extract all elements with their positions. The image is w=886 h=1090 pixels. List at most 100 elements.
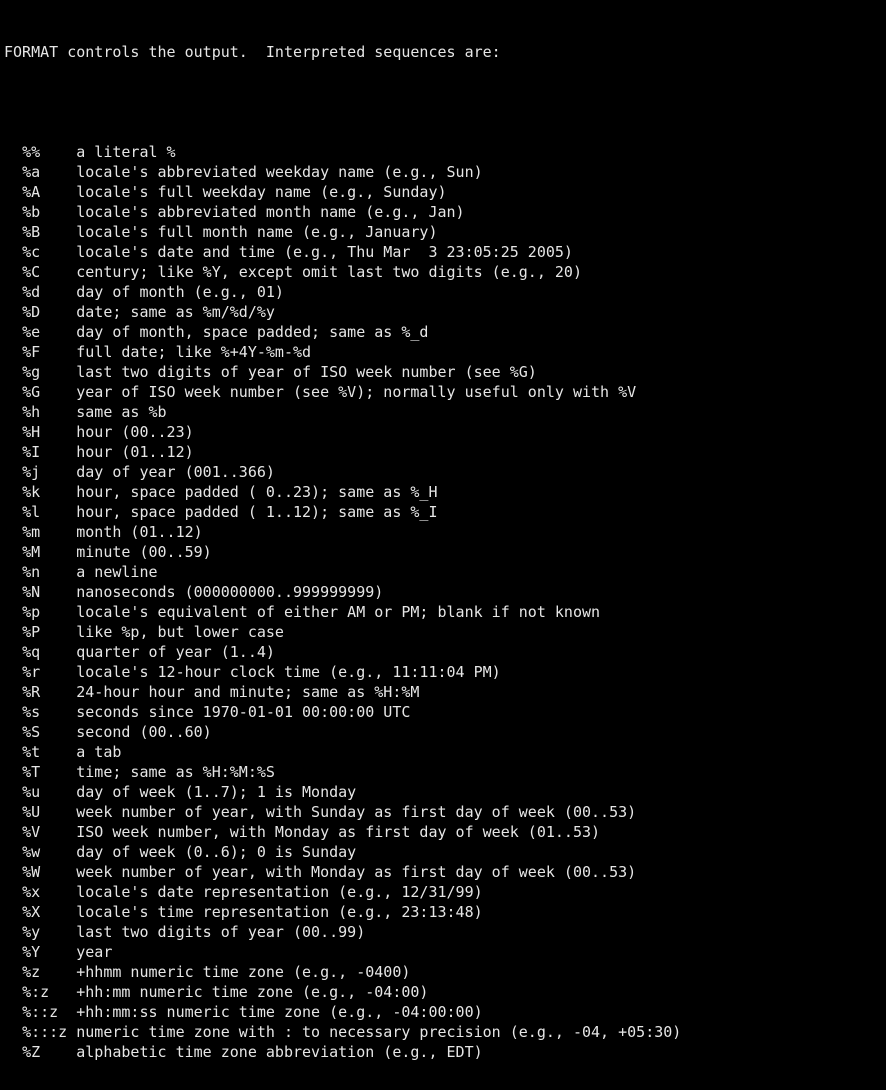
format-spec-line: %c locale's date and time (e.g., Thu Mar… bbox=[4, 242, 882, 262]
format-spec-desc: nanoseconds (000000000..999999999) bbox=[76, 583, 383, 601]
format-spec-desc: day of year (001..366) bbox=[76, 463, 275, 481]
format-spec-line: %p locale's equivalent of either AM or P… bbox=[4, 602, 882, 622]
format-spec-desc: like %p, but lower case bbox=[76, 623, 284, 641]
format-spec-desc: locale's full weekday name (e.g., Sunday… bbox=[76, 183, 446, 201]
format-spec-line: %W week number of year, with Monday as f… bbox=[4, 862, 882, 882]
format-spec-desc: same as %b bbox=[76, 403, 166, 421]
format-spec-line: %Z alphabetic time zone abbreviation (e.… bbox=[4, 1042, 882, 1062]
format-spec-code: %j bbox=[22, 463, 76, 481]
format-spec-desc: hour, space padded ( 1..12); same as %_I bbox=[76, 503, 437, 521]
format-spec-code: %x bbox=[22, 883, 76, 901]
format-spec-code: %G bbox=[22, 383, 76, 401]
format-spec-desc: year of ISO week number (see %V); normal… bbox=[76, 383, 636, 401]
format-spec-code: %::z bbox=[22, 1003, 76, 1021]
man-page-terminal[interactable]: FORMAT controls the output. Interpreted … bbox=[0, 0, 886, 1090]
format-spec-line: %X locale's time representation (e.g., 2… bbox=[4, 902, 882, 922]
format-spec-desc: day of month (e.g., 01) bbox=[76, 283, 284, 301]
format-spec-code: %t bbox=[22, 743, 76, 761]
format-spec-line: %q quarter of year (1..4) bbox=[4, 642, 882, 662]
format-spec-desc: locale's 12-hour clock time (e.g., 11:11… bbox=[76, 663, 500, 681]
format-spec-code: %I bbox=[22, 443, 76, 461]
format-spec-line: %m month (01..12) bbox=[4, 522, 882, 542]
format-spec-code: %Z bbox=[22, 1043, 76, 1061]
format-spec-desc: +hh:mm:ss numeric time zone (e.g., -04:0… bbox=[76, 1003, 482, 1021]
format-spec-list: %% a literal % %a locale's abbreviated w… bbox=[4, 142, 882, 1062]
format-spec-code: %T bbox=[22, 763, 76, 781]
format-spec-code: %C bbox=[22, 263, 76, 281]
format-spec-line: %j day of year (001..366) bbox=[4, 462, 882, 482]
format-spec-code: %u bbox=[22, 783, 76, 801]
format-spec-code: %d bbox=[22, 283, 76, 301]
format-spec-line: %A locale's full weekday name (e.g., Sun… bbox=[4, 182, 882, 202]
format-spec-line: %N nanoseconds (000000000..999999999) bbox=[4, 582, 882, 602]
format-spec-desc: locale's date and time (e.g., Thu Mar 3 … bbox=[76, 243, 573, 261]
format-spec-desc: locale's time representation (e.g., 23:1… bbox=[76, 903, 482, 921]
format-spec-code: %p bbox=[22, 603, 76, 621]
format-spec-code: %H bbox=[22, 423, 76, 441]
format-spec-code: %l bbox=[22, 503, 76, 521]
format-spec-code: %% bbox=[22, 143, 76, 161]
format-spec-desc: date; same as %m/%d/%y bbox=[76, 303, 275, 321]
format-spec-desc: ISO week number, with Monday as first da… bbox=[76, 823, 600, 841]
format-spec-desc: week number of year, with Sunday as firs… bbox=[76, 803, 636, 821]
format-spec-code: %s bbox=[22, 703, 76, 721]
format-spec-code: %M bbox=[22, 543, 76, 561]
format-spec-desc: last two digits of year (00..99) bbox=[76, 923, 365, 941]
format-spec-line: %S second (00..60) bbox=[4, 722, 882, 742]
format-spec-desc: day of month, space padded; same as %_d bbox=[76, 323, 428, 341]
format-spec-line: %r locale's 12-hour clock time (e.g., 11… bbox=[4, 662, 882, 682]
format-spec-line: %I hour (01..12) bbox=[4, 442, 882, 462]
format-spec-code: %g bbox=[22, 363, 76, 381]
format-spec-code: %U bbox=[22, 803, 76, 821]
format-spec-desc: +hh:mm numeric time zone (e.g., -04:00) bbox=[76, 983, 428, 1001]
format-spec-line: %V ISO week number, with Monday as first… bbox=[4, 822, 882, 842]
format-spec-code: %q bbox=[22, 643, 76, 661]
format-spec-line: %h same as %b bbox=[4, 402, 882, 422]
format-spec-desc: last two digits of year of ISO week numb… bbox=[76, 363, 537, 381]
format-spec-code: %P bbox=[22, 623, 76, 641]
format-spec-code: %r bbox=[22, 663, 76, 681]
format-spec-code: %S bbox=[22, 723, 76, 741]
format-spec-code: %X bbox=[22, 903, 76, 921]
format-spec-desc: seconds since 1970-01-01 00:00:00 UTC bbox=[76, 703, 410, 721]
format-spec-desc: hour, space padded ( 0..23); same as %_H bbox=[76, 483, 437, 501]
format-spec-code: %Y bbox=[22, 943, 76, 961]
format-spec-desc: day of week (0..6); 0 is Sunday bbox=[76, 843, 356, 861]
format-spec-desc: century; like %Y, except omit last two d… bbox=[76, 263, 582, 281]
format-spec-code: %a bbox=[22, 163, 76, 181]
format-spec-code: %h bbox=[22, 403, 76, 421]
format-spec-code: %:::z bbox=[22, 1023, 76, 1041]
format-spec-line: %D date; same as %m/%d/%y bbox=[4, 302, 882, 322]
format-spec-desc: a tab bbox=[76, 743, 121, 761]
format-spec-desc: minute (00..59) bbox=[76, 543, 211, 561]
format-spec-desc: locale's equivalent of either AM or PM; … bbox=[76, 603, 600, 621]
format-spec-line: %d day of month (e.g., 01) bbox=[4, 282, 882, 302]
format-spec-code: %D bbox=[22, 303, 76, 321]
format-spec-line: %G year of ISO week number (see %V); nor… bbox=[4, 382, 882, 402]
format-spec-desc: month (01..12) bbox=[76, 523, 202, 541]
format-spec-line: %::z +hh:mm:ss numeric time zone (e.g., … bbox=[4, 1002, 882, 1022]
format-spec-desc: day of week (1..7); 1 is Monday bbox=[76, 783, 356, 801]
format-spec-line: %b locale's abbreviated month name (e.g.… bbox=[4, 202, 882, 222]
format-spec-desc: locale's date representation (e.g., 12/3… bbox=[76, 883, 482, 901]
format-spec-code: %W bbox=[22, 863, 76, 881]
format-spec-desc: locale's abbreviated month name (e.g., J… bbox=[76, 203, 464, 221]
format-spec-desc: year bbox=[76, 943, 112, 961]
format-spec-line: %H hour (00..23) bbox=[4, 422, 882, 442]
format-spec-line: %:::z numeric time zone with : to necess… bbox=[4, 1022, 882, 1042]
format-spec-line: %a locale's abbreviated weekday name (e.… bbox=[4, 162, 882, 182]
format-spec-line: %k hour, space padded ( 0..23); same as … bbox=[4, 482, 882, 502]
format-spec-code: %c bbox=[22, 243, 76, 261]
format-spec-line: %C century; like %Y, except omit last tw… bbox=[4, 262, 882, 282]
format-spec-code: %y bbox=[22, 923, 76, 941]
format-spec-line: %R 24-hour hour and minute; same as %H:%… bbox=[4, 682, 882, 702]
format-spec-code: %N bbox=[22, 583, 76, 601]
format-spec-line: %Y year bbox=[4, 942, 882, 962]
format-spec-desc: a newline bbox=[76, 563, 157, 581]
format-spec-line: %e day of month, space padded; same as %… bbox=[4, 322, 882, 342]
format-spec-code: %k bbox=[22, 483, 76, 501]
format-spec-code: %V bbox=[22, 823, 76, 841]
format-spec-code: %A bbox=[22, 183, 76, 201]
format-spec-line: %:z +hh:mm numeric time zone (e.g., -04:… bbox=[4, 982, 882, 1002]
format-spec-code: %b bbox=[22, 203, 76, 221]
